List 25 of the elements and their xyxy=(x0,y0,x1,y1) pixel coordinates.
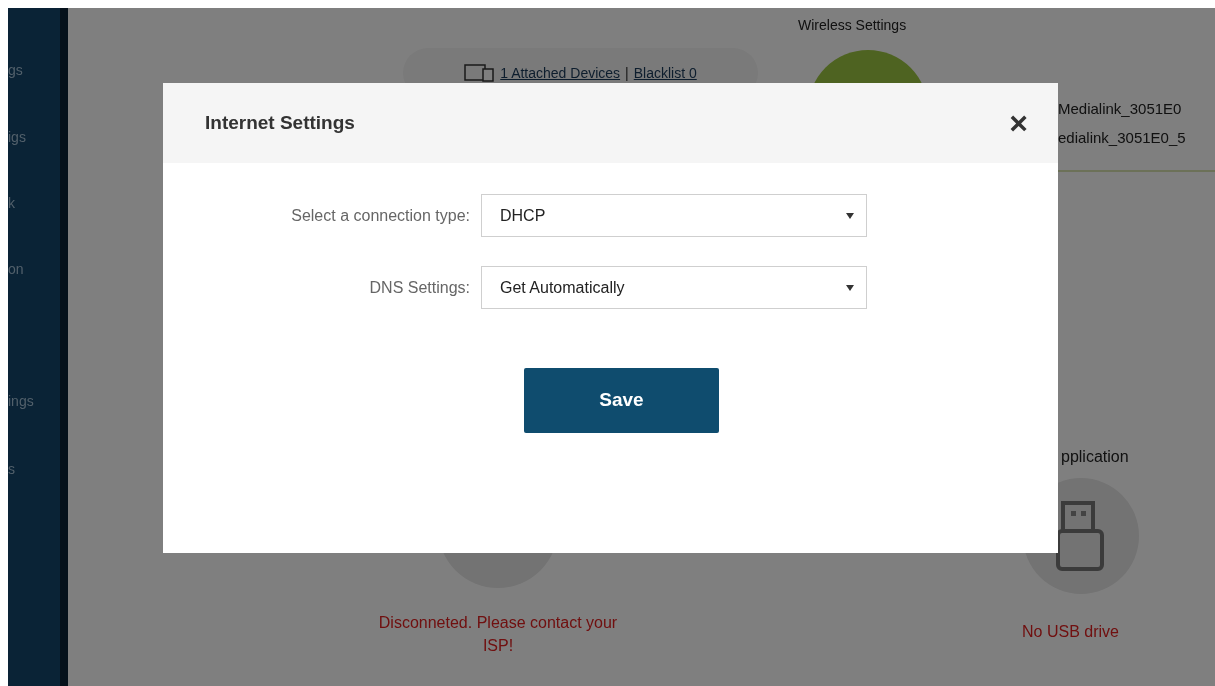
field-label: DNS Settings: xyxy=(368,277,471,298)
sidebar-item[interactable]: gs xyxy=(8,63,23,77)
sidebar-item[interactable]: s xyxy=(8,462,15,476)
save-button[interactable]: Save xyxy=(524,368,719,433)
section-title: Wireless Settings xyxy=(798,16,907,35)
close-button[interactable]: × xyxy=(1009,107,1028,139)
section-title: pplication xyxy=(1061,447,1129,467)
blacklist-link[interactable]: Blacklist 0 xyxy=(633,62,697,84)
dropdown[interactable]: DHCP xyxy=(481,194,867,237)
dropdown[interactable]: Get Automatically xyxy=(481,266,867,309)
devices-link[interactable]: 1 Attached Devices xyxy=(500,62,621,84)
sidebar-item[interactable]: igs xyxy=(8,130,26,144)
status-message: Disconneted. Please contact your ISP! xyxy=(378,613,618,656)
caret-icon xyxy=(846,284,854,291)
separator: | xyxy=(625,63,629,83)
sidebar-item[interactable]: on xyxy=(8,262,24,276)
sidebar-item[interactable]: k xyxy=(8,196,15,210)
status-message: No USB drive xyxy=(1022,622,1119,642)
network-name: edialink_3051E0_5 xyxy=(1058,129,1186,147)
field-label: Select a connection type: xyxy=(290,205,471,226)
caret-icon xyxy=(846,212,854,219)
network-name: Medialink_3051E0 xyxy=(1058,100,1183,118)
dialog-title: Internet Settings xyxy=(205,110,355,135)
sidebar-item[interactable]: ings xyxy=(8,394,34,408)
usb-drive-icon xyxy=(1056,501,1106,571)
